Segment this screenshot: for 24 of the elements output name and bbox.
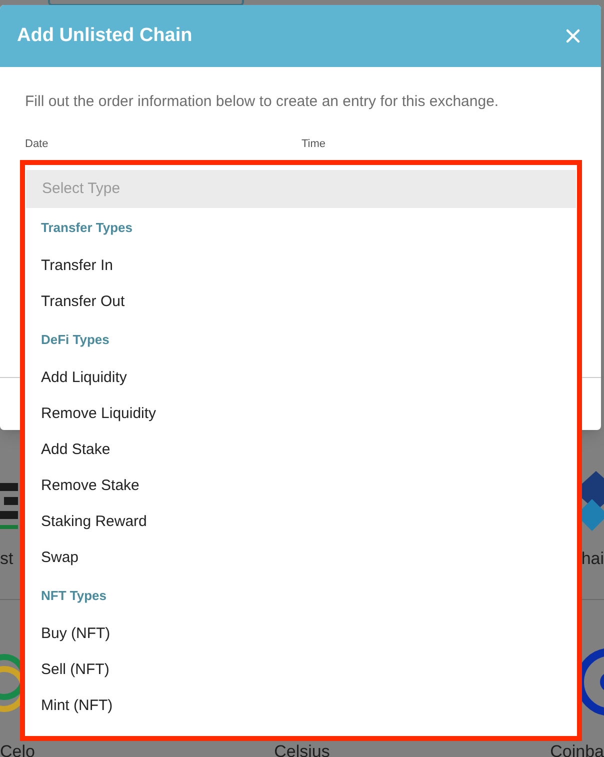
dropdown-option[interactable]: Mint (NFT) xyxy=(25,688,577,724)
field-label: Date xyxy=(25,136,50,152)
dropdown-option[interactable]: Add Liquidity xyxy=(25,360,577,396)
dropdown-option[interactable]: Add Stake xyxy=(25,432,577,468)
group-header: DeFi Types xyxy=(40,331,110,350)
dropdown-option[interactable]: Sell (NFT) xyxy=(25,652,577,688)
dropdown-option[interactable]: Buy (NFT) xyxy=(25,616,577,652)
dropdown-option[interactable]: Staking Reward xyxy=(25,504,577,540)
card-label: hai xyxy=(581,551,604,567)
card-label: Celsius xyxy=(274,744,330,757)
dropdown-option[interactable]: Transfer Out xyxy=(25,284,577,320)
field-label: Time xyxy=(300,136,327,152)
dropdown-option[interactable]: Swap xyxy=(25,540,577,576)
dropdown-option[interactable]: Remove Stake xyxy=(25,468,577,504)
card-label: Coinba xyxy=(550,744,604,757)
dropdown-option[interactable]: Transfer In xyxy=(25,248,577,284)
card-label: Celo xyxy=(0,744,35,757)
logo-icon xyxy=(0,483,18,529)
group-header: NFT Types xyxy=(40,587,108,606)
group-header: Transfer Types xyxy=(40,219,134,238)
dropdown-option[interactable]: Remove Liquidity xyxy=(25,396,577,432)
card-label: st xyxy=(0,551,14,567)
dialog-title: Add Unlisted Chain xyxy=(17,24,192,48)
dialog-description: Fill out the order information below to create an entry for this exchange. xyxy=(25,92,500,112)
